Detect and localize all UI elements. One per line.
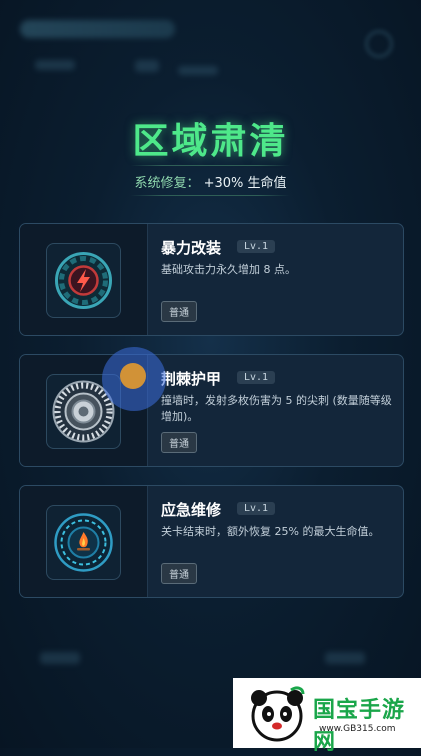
- blurred-top-hud: [0, 0, 421, 110]
- blurred-label: [178, 66, 218, 75]
- overlay-watermark-dot: [120, 363, 146, 389]
- reward-subtitle: 系统修复： +30% 生命值: [0, 172, 421, 191]
- card-rarity-tag: 普通: [161, 563, 197, 584]
- campfire-ring-icon: [46, 505, 121, 580]
- reward-title: 区域肃清: [132, 121, 289, 162]
- card-name: 暴力改装: [161, 239, 222, 257]
- card-description: 关卡结束时，额外恢复 25% 的最大生命值。: [161, 525, 380, 538]
- blurred-bottom-label: [325, 652, 365, 664]
- card-icon-panel: [20, 486, 148, 597]
- subtitle-divider: [130, 195, 290, 196]
- card-level-badge: Lv.1: [237, 371, 276, 384]
- blurred-label: [135, 60, 159, 72]
- brand-domain: www.GB315.com: [319, 724, 396, 734]
- blurred-status-bar: [20, 20, 175, 38]
- blurred-settings-icon: [365, 30, 393, 58]
- card-icon-panel: [20, 224, 148, 335]
- overlay-watermark-logo: [102, 347, 166, 411]
- subtitle-label: 系统修复：: [134, 176, 200, 191]
- upgrade-card-2[interactable]: 荆棘护甲 Lv.1 撞墙时，发射多枚伤害为 5 的尖刺 (数量随等级增加)。 普…: [19, 354, 404, 467]
- title-divider: [130, 165, 290, 166]
- card-description: 基础攻击力永久增加 8 点。: [161, 263, 296, 276]
- subtitle-value: +30% 生命值: [203, 176, 287, 191]
- card-rarity-tag: 普通: [161, 301, 197, 322]
- upgrade-card-3[interactable]: 应急维修 Lv.1 关卡结束时，额外恢复 25% 的最大生命值。 普通: [19, 485, 404, 598]
- card-level-badge: Lv.1: [237, 502, 276, 515]
- card-rarity-tag: 普通: [161, 432, 197, 453]
- lightning-shield-icon: [46, 243, 121, 318]
- blurred-bottom-label: [40, 652, 80, 664]
- brand-watermark: 国宝手游网 www.GB315.com: [233, 678, 421, 755]
- panda-logo-icon: [251, 686, 305, 742]
- upgrade-card-1[interactable]: 暴力改装 Lv.1 基础攻击力永久增加 8 点。 普通: [19, 223, 404, 336]
- card-description: 撞墙时，发射多枚伤害为 5 的尖刺 (数量随等级增加)。: [161, 394, 392, 423]
- card-name: 应急维修: [161, 501, 222, 519]
- card-level-badge: Lv.1: [237, 240, 276, 253]
- card-name: 荆棘护甲: [161, 370, 222, 388]
- blurred-label: [35, 60, 75, 70]
